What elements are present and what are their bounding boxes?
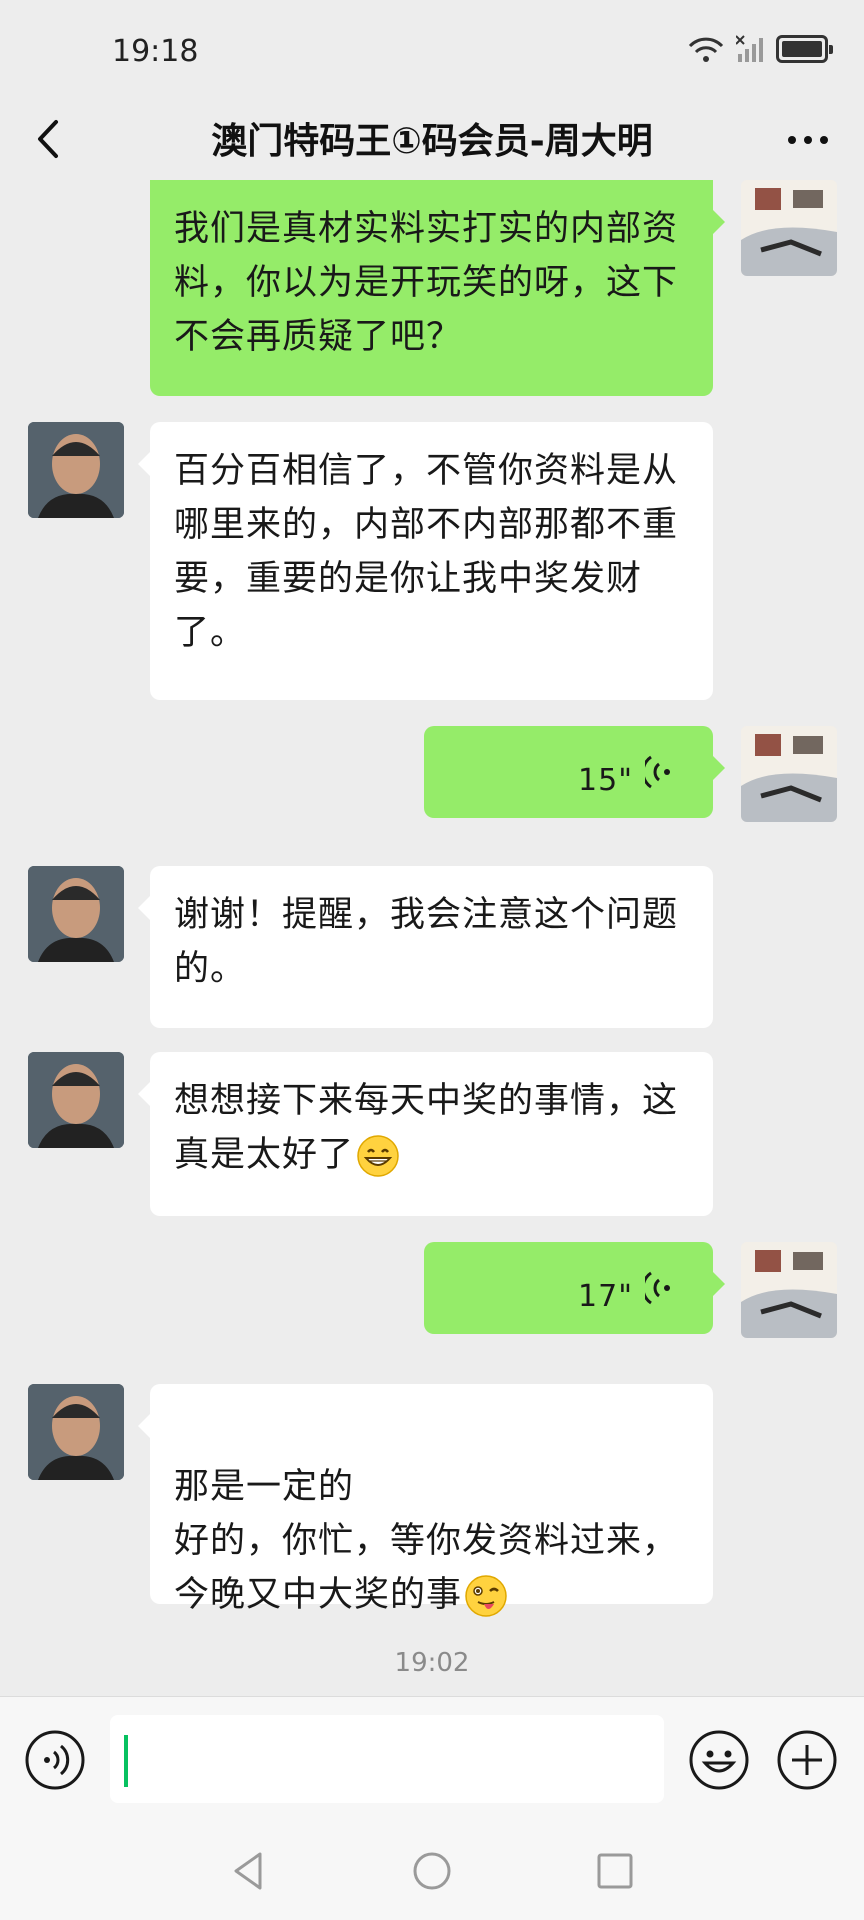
avatar-image <box>28 1052 124 1148</box>
message-text: 我们是真材实料实打实的内部资料，你以为是开玩笑的呀，这下不会再质疑了吧？ <box>174 209 679 357</box>
status-time: 19:18 <box>112 34 199 69</box>
message-bubble[interactable]: 谢谢！提醒，我会注意这个问题的。 <box>138 866 713 1028</box>
voice-message-bubble[interactable]: 17" <box>424 1242 725 1334</box>
battery-icon <box>776 35 833 63</box>
message-bubble[interactable]: 我们是真材实料实打实的内部资料，你以为是开玩笑的呀，这下不会再质疑了吧？ <box>150 180 725 396</box>
more-dots-icon[interactable] <box>780 114 836 164</box>
message-bubble[interactable]: 百分百相信了，不管你资料是从哪里来的，内部不内部那都不重要，重要的是你让我中奖发… <box>138 422 713 700</box>
system-navigation-bar <box>0 1818 864 1920</box>
status-bar: 19:18 <box>0 0 864 100</box>
voice-duration: 17" <box>578 1279 633 1314</box>
smiley-icon[interactable] <box>688 1729 750 1791</box>
contact-avatar[interactable] <box>28 422 124 518</box>
avatar-image <box>741 1242 837 1338</box>
input-bar <box>0 1696 864 1818</box>
avatar-image <box>741 180 837 276</box>
wifi-icon <box>688 37 724 62</box>
contact-avatar[interactable] <box>28 1052 124 1148</box>
message-bubble[interactable]: 想想接下来每天中奖的事情，这真是太好了 <box>138 1052 713 1216</box>
nav-home-circle-icon[interactable] <box>409 1848 455 1894</box>
message-text: 那是一定的 好的，你忙，等你发资料过来，今晚又中大奖的事 <box>174 1467 679 1615</box>
timestamp-divider: 19:02 <box>394 1648 470 1678</box>
my-avatar[interactable] <box>741 1242 837 1338</box>
nav-recents-square-icon[interactable] <box>592 1848 638 1894</box>
wink-tongue-emoji-icon <box>465 1575 507 1617</box>
my-avatar[interactable] <box>741 726 837 822</box>
contact-avatar[interactable] <box>28 866 124 962</box>
voice-wave-icon <box>645 1271 670 1305</box>
message-text: 想想接下来每天中奖的事情，这真是太好了 <box>174 1081 679 1175</box>
voice-duration: 15" <box>578 763 633 798</box>
grin-emoji-icon <box>357 1135 399 1177</box>
voice-message-bubble[interactable]: 15" <box>424 726 725 818</box>
avatar-image <box>28 422 124 518</box>
back-chevron-icon[interactable] <box>30 114 70 164</box>
nav-back-triangle-icon[interactable] <box>226 1848 272 1894</box>
my-avatar[interactable] <box>741 180 837 276</box>
voice-input-icon[interactable] <box>24 1729 86 1791</box>
avatar-image <box>741 726 837 822</box>
message-text: 谢谢！提醒，我会注意这个问题的。 <box>174 895 679 989</box>
signal-icon <box>736 35 763 62</box>
chat-header: 澳门特码王①码会员-周大明 <box>0 100 864 180</box>
message-text: 百分百相信了，不管你资料是从哪里来的，内部不内部那都不重要，重要的是你让我中奖发… <box>174 451 679 653</box>
text-caret <box>124 1735 128 1787</box>
avatar-image <box>28 866 124 962</box>
message-input[interactable] <box>110 1715 664 1803</box>
voice-wave-icon <box>645 755 670 789</box>
plus-icon[interactable] <box>776 1729 838 1791</box>
chat-title: 澳门特码王①码会员-周大明 <box>211 121 653 162</box>
avatar-image <box>28 1384 124 1480</box>
contact-avatar[interactable] <box>28 1384 124 1480</box>
message-bubble[interactable]: 那是一定的 好的，你忙，等你发资料过来，今晚又中大奖的事 <box>138 1384 713 1617</box>
chat-screen: 19:18 澳门特码王①码会员-周大明 我们是真材实料实打实的内部资料，你以为是… <box>0 0 864 1920</box>
status-icons <box>686 34 833 64</box>
